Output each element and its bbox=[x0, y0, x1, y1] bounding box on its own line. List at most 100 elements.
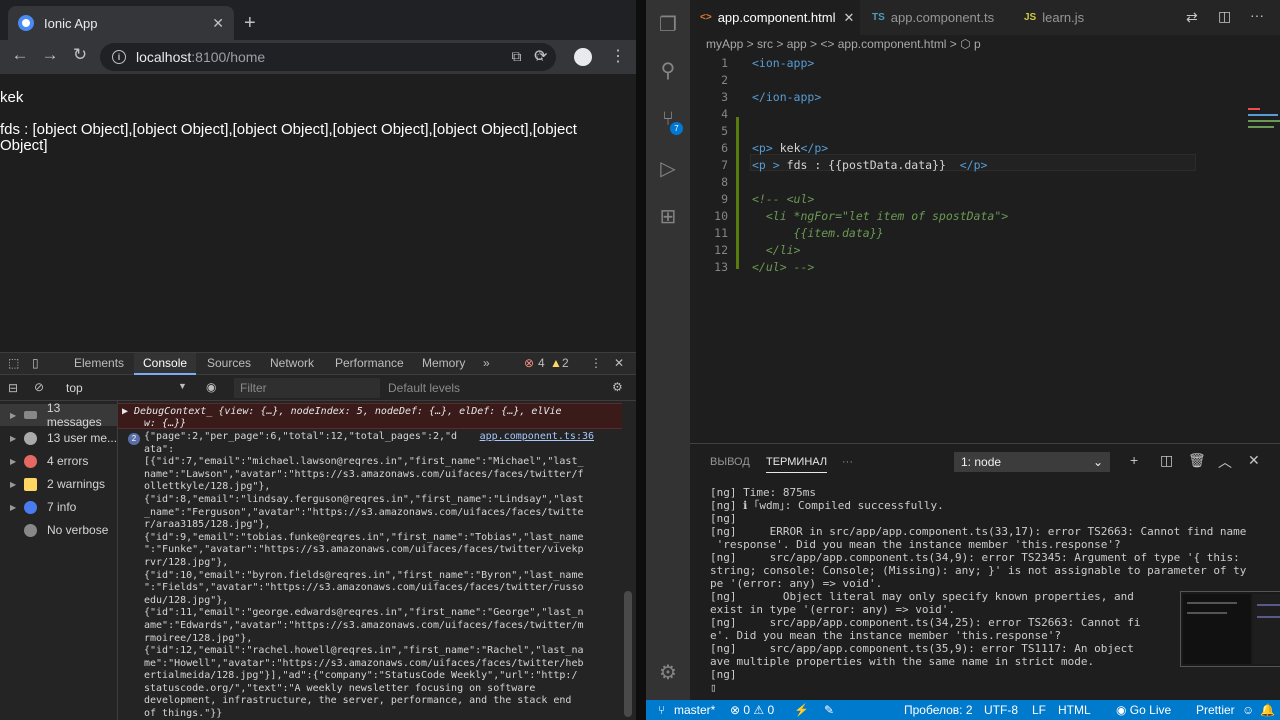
source-link[interactable]: app.component.ts:36 bbox=[480, 431, 594, 444]
branch-icon[interactable]: ⑂ bbox=[658, 703, 665, 717]
split-terminal-icon[interactable]: ◫ bbox=[1160, 452, 1173, 469]
console-settings-icon[interactable]: ⚙ bbox=[612, 380, 623, 394]
extension-icon[interactable]: ⟳ bbox=[534, 46, 547, 66]
back-icon[interactable]: ← bbox=[8, 45, 32, 65]
minimap[interactable] bbox=[1246, 106, 1280, 136]
verbose-gear-icon bbox=[24, 523, 37, 537]
clear-console-icon[interactable]: ⊘ bbox=[34, 380, 44, 394]
log-levels-select[interactable]: Default levels bbox=[388, 381, 460, 395]
indentation[interactable]: Пробелов: 2 bbox=[904, 703, 973, 717]
sidebar-item-errors[interactable]: ▶ 4 errors bbox=[0, 450, 118, 472]
panel-more-icon[interactable]: ··· bbox=[842, 456, 853, 468]
device-toggle-icon[interactable]: ▯ bbox=[32, 356, 39, 370]
tab-app-component-ts[interactable]: TS app.component.ts bbox=[862, 0, 1012, 35]
more-actions-icon[interactable]: ··· bbox=[1250, 7, 1264, 23]
settings-gear-icon[interactable]: ⚙ bbox=[656, 660, 680, 684]
tab-elements[interactable]: Elements bbox=[74, 356, 124, 370]
code-line: {{item.data}} bbox=[752, 226, 884, 240]
fds-text: fds : [object Object],[object Object],[o… bbox=[0, 121, 577, 138]
context-dropdown-icon[interactable]: ▼ bbox=[178, 381, 187, 391]
sidebar-item-messages[interactable]: ▶ 13 messages bbox=[0, 401, 118, 429]
tab-label: learn.js bbox=[1042, 10, 1085, 25]
browser-tab[interactable]: Ionic App ✕ bbox=[8, 6, 234, 40]
extensions-icon[interactable]: ⊞ bbox=[656, 204, 680, 228]
window-splitter[interactable] bbox=[636, 0, 646, 720]
tab-terminal[interactable]: ТЕРМИНАЛ bbox=[766, 456, 828, 473]
run-debug-icon[interactable]: ▷ bbox=[656, 156, 680, 180]
address-bar[interactable]: i localhost:8100/home ⧉ ☆ bbox=[100, 43, 556, 71]
expand-arrow-icon[interactable]: ▶ bbox=[10, 503, 24, 512]
tab-output[interactable]: ВЫВОД bbox=[710, 456, 750, 468]
pin-icon[interactable]: ✎ bbox=[824, 703, 834, 717]
code-editor[interactable]: 1 <ion-app> 2 3 </ion-app> 4 5 6 <p> kek</p> 7 <p … bbox=[690, 53, 1280, 443]
log-message[interactable]: 2 app.component.ts:36 {"page":2,"per_pag… bbox=[118, 431, 622, 720]
tab-learn-js[interactable]: JS learn.js bbox=[1014, 0, 1124, 35]
more-tabs-icon[interactable]: » bbox=[483, 356, 490, 370]
devtools-menu-icon[interactable]: ⋮ bbox=[590, 356, 602, 370]
sidebar-item-label: 7 info bbox=[47, 500, 77, 514]
inspect-icon[interactable]: ⬚ bbox=[8, 356, 19, 370]
warning-count-icon[interactable]: ▲ bbox=[550, 356, 562, 370]
new-terminal-icon[interactable]: + bbox=[1130, 452, 1138, 468]
devtools-tabs: ⬚ ▯ Elements Console Sources Network Per… bbox=[0, 353, 636, 375]
new-tab-icon[interactable]: + bbox=[244, 12, 256, 35]
tab-memory[interactable]: Memory bbox=[422, 356, 465, 370]
filter-input[interactable]: Filter bbox=[234, 378, 380, 398]
prettier-status[interactable]: Prettier bbox=[1196, 703, 1235, 717]
explorer-icon[interactable]: ❐ bbox=[656, 12, 680, 36]
sidebar-item-verbose[interactable]: No verbose bbox=[0, 519, 118, 541]
tab-sources[interactable]: Sources bbox=[207, 356, 251, 370]
forward-icon[interactable]: → bbox=[38, 45, 62, 65]
tab-app-component-html[interactable]: <> app.component.html ✕ bbox=[690, 0, 860, 35]
search-icon[interactable]: ⚲ bbox=[656, 58, 680, 82]
expand-arrow-icon[interactable]: ▶ bbox=[10, 480, 24, 489]
profile-avatar-icon[interactable] bbox=[574, 48, 592, 66]
close-devtools-icon[interactable]: ✕ bbox=[614, 356, 624, 370]
sidebar-item-label: 13 user me... bbox=[47, 431, 118, 445]
sidebar-item-user-messages[interactable]: ▶ 13 user me... bbox=[0, 427, 118, 449]
breadcrumb[interactable]: myApp > src > app > <> app.component.htm… bbox=[690, 35, 1280, 53]
notifications-bell-icon[interactable]: 🔔 bbox=[1260, 703, 1275, 717]
open-changes-icon[interactable]: ⇄ bbox=[1186, 9, 1198, 26]
sidebar-item-warnings[interactable]: ▶ 2 warnings bbox=[0, 473, 118, 495]
tab-network[interactable]: Network bbox=[270, 356, 314, 370]
fds-text-cont: Object] bbox=[0, 137, 48, 154]
sidebar-toggle-icon[interactable]: ⊟ bbox=[8, 381, 18, 395]
language-mode[interactable]: HTML bbox=[1058, 703, 1091, 717]
expand-arrow-icon[interactable]: ▶ bbox=[10, 411, 24, 420]
log-line: {"id":12,"email":"rachel.howell@reqres.i… bbox=[144, 645, 584, 657]
close-tab-icon[interactable]: ✕ bbox=[212, 15, 224, 32]
menu-kebab-icon[interactable]: ⋮ bbox=[610, 46, 626, 66]
line-number: 11 bbox=[714, 226, 728, 240]
error-count-icon[interactable]: ⊗ bbox=[524, 356, 534, 370]
expand-arrow-icon[interactable]: ▶ bbox=[10, 457, 24, 466]
user-icon bbox=[24, 431, 37, 445]
split-editor-icon[interactable]: ◫ bbox=[1218, 8, 1231, 25]
live-expression-icon[interactable]: ◉ bbox=[206, 380, 216, 394]
site-info-icon[interactable]: i bbox=[112, 50, 126, 64]
feedback-icon[interactable]: ☺ bbox=[1242, 703, 1254, 717]
screen-recording-thumbnail[interactable] bbox=[1180, 591, 1280, 667]
branch-name[interactable]: master* bbox=[674, 703, 715, 717]
problems-count[interactable]: ⊗ 0 ⚠ 0 bbox=[730, 703, 774, 717]
reload-icon[interactable]: ↻ bbox=[68, 45, 92, 65]
translate-icon[interactable]: ⧉ bbox=[511, 48, 521, 65]
tab-console[interactable]: Console bbox=[143, 356, 187, 370]
close-panel-icon[interactable]: ✕ bbox=[1248, 452, 1260, 469]
context-select[interactable]: top bbox=[66, 381, 83, 395]
close-icon[interactable]: ✕ bbox=[843, 10, 854, 26]
expand-arrow-icon[interactable]: ▶ bbox=[10, 434, 24, 443]
sidebar-item-info[interactable]: ▶ 7 info bbox=[0, 496, 118, 518]
sync-icon[interactable]: ⚡ bbox=[794, 703, 809, 717]
encoding[interactable]: UTF-8 bbox=[984, 703, 1018, 717]
error-count[interactable]: 4 bbox=[538, 356, 545, 370]
console-scrollbar[interactable] bbox=[624, 591, 632, 717]
tab-performance[interactable]: Performance bbox=[335, 356, 404, 370]
eol[interactable]: LF bbox=[1032, 703, 1046, 717]
trash-icon[interactable]: 🗑 bbox=[1188, 452, 1206, 469]
maximize-panel-icon[interactable]: ︿ bbox=[1218, 452, 1232, 472]
go-live-button[interactable]: ◉ Go Live bbox=[1116, 703, 1171, 717]
error-message[interactable]: ▶ DebugContext_ {view: {…}, nodeIndex: 5… bbox=[118, 403, 622, 429]
warning-count[interactable]: 2 bbox=[562, 356, 569, 370]
terminal-select[interactable]: 1: node ⌄ bbox=[954, 452, 1110, 472]
